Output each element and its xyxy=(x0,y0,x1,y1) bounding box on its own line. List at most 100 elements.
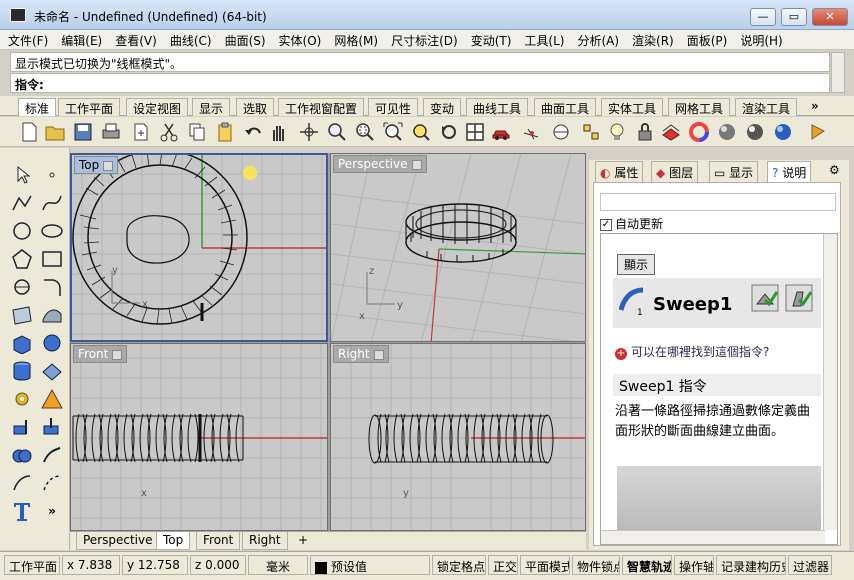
show-button[interactable]: 顯示 xyxy=(617,254,656,275)
tab-cplanes[interactable]: 工作平面 xyxy=(58,98,121,116)
status-record-history[interactable]: 记录建构历史 xyxy=(716,555,786,575)
layer-icon[interactable] xyxy=(660,121,682,143)
arc-icon[interactable] xyxy=(10,276,34,298)
pan-hand-icon[interactable] xyxy=(268,121,290,143)
print-icon[interactable] xyxy=(100,121,122,143)
menu-view[interactable]: 查看(V) xyxy=(107,30,162,49)
chevron-down-icon[interactable] xyxy=(411,159,422,170)
status-cplane[interactable]: 工作平面 xyxy=(4,555,60,575)
viewport-label-front[interactable]: Front xyxy=(73,345,128,363)
undo-view-icon[interactable] xyxy=(438,121,460,143)
status-filter[interactable]: 过滤器 xyxy=(788,555,832,575)
status-smart-track[interactable]: 智慧轨迹 xyxy=(622,555,672,575)
viewport-tab-top[interactable]: Top xyxy=(156,532,191,550)
ellipse-icon[interactable] xyxy=(40,220,64,242)
viewport-tab-perspective[interactable]: Perspective xyxy=(76,532,160,550)
close-button[interactable]: ✕ xyxy=(812,8,848,26)
explode-icon[interactable] xyxy=(40,388,64,410)
rotate-view-icon[interactable] xyxy=(298,121,320,143)
toolbox-more-button[interactable]: » xyxy=(40,500,64,522)
options-icon[interactable] xyxy=(806,121,828,143)
help-horizontal-scrollbar[interactable] xyxy=(601,530,825,544)
help-vertical-scrollbar[interactable] xyxy=(823,234,837,530)
sweep-icon[interactable] xyxy=(40,444,64,466)
viewport-perspective[interactable]: z y x Perspective xyxy=(330,153,586,342)
surface-curves-icon[interactable] xyxy=(40,304,64,326)
viewport-top[interactable]: y x Top xyxy=(70,153,328,342)
menu-help[interactable]: 说明(H) xyxy=(732,30,787,49)
menu-edit[interactable]: 编辑(E) xyxy=(53,30,107,49)
status-object-snap[interactable]: 物件锁点 xyxy=(572,555,620,575)
viewport-tab-right[interactable]: Right xyxy=(242,532,288,550)
open-folder-icon[interactable] xyxy=(44,121,66,143)
menu-render[interactable]: 渲染(R) xyxy=(624,30,679,49)
command-scrollbar[interactable] xyxy=(831,52,845,93)
status-planar[interactable]: 平面模式 xyxy=(520,555,570,575)
tab-transform[interactable]: 变动 xyxy=(423,98,462,116)
lock-icon[interactable] xyxy=(634,121,656,143)
boolean-union-icon[interactable] xyxy=(10,444,34,466)
tab-layers[interactable]: ◆ 图层 xyxy=(651,161,699,182)
point-icon[interactable] xyxy=(40,164,64,186)
zoom-icon[interactable] xyxy=(326,121,348,143)
sphere-icon[interactable] xyxy=(40,332,64,354)
menu-dimension[interactable]: 尺寸标注(D) xyxy=(383,30,463,49)
viewport-label-right[interactable]: Right xyxy=(333,345,389,363)
menu-curve[interactable]: 曲线(C) xyxy=(162,30,217,49)
viewport-right[interactable]: y Right xyxy=(330,343,586,531)
tab-help[interactable]: ? 说明 xyxy=(767,161,812,182)
tab-set-view[interactable]: 设定视图 xyxy=(126,98,189,116)
car-icon[interactable] xyxy=(490,121,512,143)
viewport-front[interactable]: x Front xyxy=(70,343,328,531)
tab-standard[interactable]: 标准 xyxy=(18,98,57,116)
distance-icon[interactable] xyxy=(550,121,572,143)
where-to-find-link[interactable]: + 可以在哪裡找到這個指令? xyxy=(615,343,769,360)
move-icon[interactable] xyxy=(10,416,34,438)
viewport-label-top[interactable]: Top xyxy=(74,156,119,174)
menu-file[interactable]: 文件(F) xyxy=(0,30,53,49)
status-grid-snap[interactable]: 锁定格点 xyxy=(432,555,486,575)
menu-transform[interactable]: 变动(T) xyxy=(463,30,517,49)
undo-icon[interactable] xyxy=(242,121,264,143)
material-sphere-icon[interactable] xyxy=(744,121,766,143)
four-viewports-icon[interactable] xyxy=(464,121,486,143)
tab-solid-tools[interactable]: 实体工具 xyxy=(601,98,664,116)
box-icon[interactable] xyxy=(10,332,34,354)
select-arrow-icon[interactable] xyxy=(10,164,34,186)
polygon-icon[interactable] xyxy=(10,248,34,270)
add-viewport-tab-button[interactable]: + xyxy=(292,532,314,550)
cut-icon[interactable] xyxy=(158,121,180,143)
tab-display-panel[interactable]: ▭ 显示 xyxy=(709,161,759,182)
tabs-more-button[interactable]: » xyxy=(805,98,825,116)
command-prompt[interactable]: 指令: xyxy=(10,73,830,93)
render-sphere-icon[interactable] xyxy=(716,121,738,143)
status-ortho[interactable]: 正交 xyxy=(488,555,518,575)
viewport-label-perspective[interactable]: Perspective xyxy=(333,155,427,173)
mesh-icon[interactable] xyxy=(40,360,64,382)
circle-icon[interactable] xyxy=(10,220,34,242)
polyline-icon[interactable] xyxy=(10,192,34,214)
save-icon[interactable] xyxy=(72,121,94,143)
tab-curve-tools[interactable]: 曲线工具 xyxy=(466,98,529,116)
menu-analyze[interactable]: 分析(A) xyxy=(569,30,624,49)
zoom-selected-icon[interactable] xyxy=(410,121,432,143)
tab-display[interactable]: 显示 xyxy=(192,98,231,116)
color-wheel-icon[interactable] xyxy=(688,121,710,143)
help-command-field[interactable] xyxy=(600,193,836,211)
menu-mesh[interactable]: 网格(M) xyxy=(326,30,383,49)
maximize-button[interactable]: ▭ xyxy=(781,8,807,26)
menu-solid[interactable]: 实体(O) xyxy=(271,30,327,49)
zoom-extents-icon[interactable] xyxy=(382,121,404,143)
tab-visibility[interactable]: 可见性 xyxy=(368,98,419,116)
viewport-tab-front[interactable]: Front xyxy=(196,532,241,550)
status-gumball[interactable]: 操作轴 xyxy=(674,555,714,575)
import-icon[interactable] xyxy=(130,121,152,143)
menu-tools[interactable]: 工具(L) xyxy=(516,30,569,49)
copy-icon[interactable] xyxy=(186,121,208,143)
points-icon[interactable] xyxy=(580,121,602,143)
menu-panels[interactable]: 面板(P) xyxy=(679,30,733,49)
lightbulb-icon[interactable] xyxy=(606,121,628,143)
tab-render-tools[interactable]: 渲染工具 xyxy=(735,98,798,116)
curve-icon[interactable] xyxy=(40,192,64,214)
split-icon[interactable] xyxy=(40,472,64,494)
